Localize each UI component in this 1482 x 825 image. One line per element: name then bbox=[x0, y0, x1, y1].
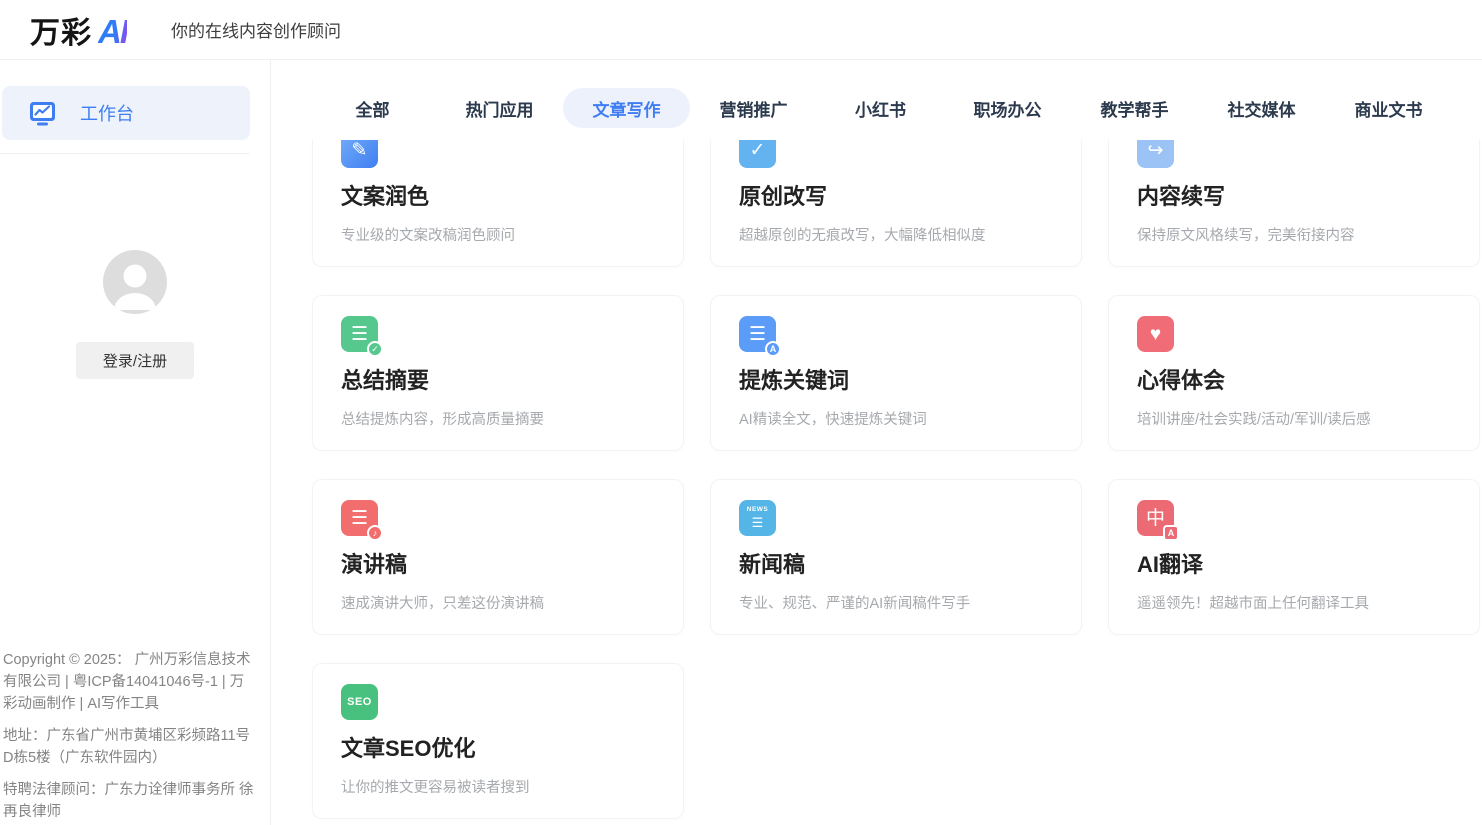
card-title: 新闻稿 bbox=[739, 550, 1053, 580]
card-description: 培训讲座/社会实践/活动/军训/读后感 bbox=[1137, 408, 1451, 429]
card-description: 速成演讲大师，只差这份演讲稿 bbox=[341, 592, 655, 613]
doc-keyword-icon: ☰A bbox=[739, 316, 776, 352]
app-card-ai-translate[interactable]: 中A AI翻译遥遥领先！超越市面上任何翻译工具 bbox=[1108, 479, 1480, 635]
translate-icon: 中A bbox=[1137, 500, 1174, 536]
card-description: AI精读全文，快速提炼关键词 bbox=[739, 408, 1053, 429]
icon-glyph: ☰ bbox=[351, 325, 368, 344]
icon-glyph: ↪ bbox=[1148, 141, 1164, 160]
app-logo[interactable]: 万彩 AI bbox=[30, 8, 127, 52]
cards-scroll-viewport[interactable]: ✎ 文案润色专业级的文案改稿润色顾问 ✓ 原创改写超越原创的无痕改写，大幅降低相似度 ↪… bbox=[271, 140, 1482, 825]
tab-social-media[interactable]: 社交媒体 bbox=[1198, 88, 1325, 128]
app-card-keywords[interactable]: ☰A 提炼关键词 AI精读全文，快速提炼关键词 bbox=[710, 295, 1082, 451]
tab-business-doc[interactable]: 商业文书 bbox=[1325, 88, 1452, 128]
rewrite-check-icon: ✓ bbox=[739, 140, 776, 168]
login-register-button[interactable]: 登录/注册 bbox=[76, 342, 194, 379]
tab-marketing[interactable]: 营销推广 bbox=[690, 88, 817, 128]
icon-badge: A bbox=[1163, 525, 1179, 541]
icon-glyph: ✓ bbox=[750, 141, 766, 160]
app-card-speech[interactable]: ☰♪ 演讲稿速成演讲大师，只差这份演讲稿 bbox=[312, 479, 684, 635]
sidebar-footer: Copyright © 2025： 广州万彩信息技术有限公司 | 粤ICP备14… bbox=[3, 649, 256, 823]
icon-glyph: ☰ bbox=[351, 509, 368, 528]
main-content: 全部热门应用文章写作营销推广小红书职场办公教学帮手社交媒体商业文书 ✎ 文案润色专… bbox=[271, 60, 1482, 825]
card-title: AI翻译 bbox=[1137, 550, 1451, 580]
heart-card-icon: ♥ bbox=[1137, 316, 1174, 352]
logo-ai-mark: AI bbox=[98, 13, 127, 51]
user-avatar bbox=[103, 250, 167, 314]
tab-teaching-helper[interactable]: 教学帮手 bbox=[1071, 88, 1198, 128]
continue-curve-icon: ↪ bbox=[1137, 140, 1174, 168]
card-description: 总结提炼内容，形成高质量摘要 bbox=[341, 408, 655, 429]
card-title: 演讲稿 bbox=[341, 550, 655, 580]
app-card-summary[interactable]: ☰✓ 总结摘要总结提炼内容，形成高质量摘要 bbox=[312, 295, 684, 451]
sidebar-divider bbox=[0, 153, 250, 154]
tab-hot-apps[interactable]: 热门应用 bbox=[436, 88, 563, 128]
app-card-copy-polish[interactable]: ✎ 文案润色专业级的文案改稿润色顾问 bbox=[312, 140, 684, 267]
app-cards-grid: ✎ 文案润色专业级的文案改稿润色顾问 ✓ 原创改写超越原创的无痕改写，大幅降低相似度 ↪… bbox=[271, 140, 1482, 819]
category-tab-bar: 全部热门应用文章写作营销推广小红书职场办公教学帮手社交媒体商业文书 bbox=[271, 88, 1482, 128]
icon-glyph: SEO bbox=[347, 697, 372, 708]
icon-glyph: ☰ bbox=[752, 516, 764, 529]
icon-label: NEWS bbox=[747, 507, 769, 514]
tab-all[interactable]: 全部 bbox=[309, 88, 436, 128]
tab-article-writing[interactable]: 文章写作 bbox=[563, 88, 690, 128]
app-card-seo-optimize[interactable]: SEO 文章SEO优化让你的推文更容易被读者搜到 bbox=[312, 663, 684, 819]
card-description: 保持原文风格续写，完美衔接内容 bbox=[1137, 224, 1451, 245]
icon-glyph: ♥ bbox=[1150, 325, 1161, 344]
app-card-content-continue[interactable]: ↪ 内容续写保持原文风格续写，完美衔接内容 bbox=[1108, 140, 1480, 267]
app-card-reflections[interactable]: ♥ 心得体会培训讲座/社会实践/活动/军训/读后感 bbox=[1108, 295, 1480, 451]
icon-badge: A bbox=[765, 341, 781, 357]
card-description: 超越原创的无痕改写，大幅降低相似度 bbox=[739, 224, 1053, 245]
icon-glyph: 中 bbox=[1146, 509, 1165, 528]
address-text: 地址：广东省广州市黄埔区彩频路11号D栋5楼（广东软件园内） bbox=[3, 725, 256, 769]
seo-icon: SEO bbox=[341, 684, 378, 720]
app-header: 万彩 AI 你的在线内容创作顾问 bbox=[0, 0, 1482, 60]
card-title: 内容续写 bbox=[1137, 182, 1451, 212]
sidebar-item-workspace[interactable]: 工作台 bbox=[2, 86, 250, 140]
icon-glyph: ☰ bbox=[749, 325, 766, 344]
card-description: 专业级的文案改稿润色顾问 bbox=[341, 224, 655, 245]
card-title: 提炼关键词 bbox=[739, 366, 1053, 396]
card-title: 原创改写 bbox=[739, 182, 1053, 212]
app-tagline: 你的在线内容创作顾问 bbox=[171, 17, 341, 42]
card-description: 让你的推文更容易被读者搜到 bbox=[341, 776, 655, 797]
workspace-label: 工作台 bbox=[80, 100, 134, 126]
card-title: 总结摘要 bbox=[341, 366, 655, 396]
icon-badge: ✓ bbox=[367, 341, 383, 357]
workspace-monitor-icon bbox=[29, 101, 56, 126]
card-description: 专业、规范、严谨的AI新闻稿件写手 bbox=[739, 592, 1053, 613]
app-card-original-rewrite[interactable]: ✓ 原创改写超越原创的无痕改写，大幅降低相似度 bbox=[710, 140, 1082, 267]
clipboard-check-icon: ☰✓ bbox=[341, 316, 378, 352]
tab-office-work[interactable]: 职场办公 bbox=[944, 88, 1071, 128]
logo-text-cn: 万彩 bbox=[30, 8, 92, 52]
legal-counsel-text: 特聘法律顾问：广东力诠律师事务所 徐再良律师 bbox=[3, 779, 256, 823]
card-description: 遥遥领先！超越市面上任何翻译工具 bbox=[1137, 592, 1451, 613]
sidebar: 工作台 登录/注册 Copyright © 2025： 广州万彩信息技术有限公司… bbox=[0, 60, 271, 825]
tab-xiaohongshu[interactable]: 小红书 bbox=[817, 88, 944, 128]
copyright-text: Copyright © 2025： 广州万彩信息技术有限公司 | 粤ICP备14… bbox=[3, 649, 256, 715]
app-card-press-release[interactable]: NEWS ☰ 新闻稿专业、规范、严谨的AI新闻稿件写手 bbox=[710, 479, 1082, 635]
card-title: 文章SEO优化 bbox=[341, 734, 655, 764]
card-title: 文案润色 bbox=[341, 182, 655, 212]
newspaper-icon: NEWS ☰ bbox=[739, 500, 776, 536]
pen-polish-icon: ✎ bbox=[341, 140, 378, 168]
icon-badge: ♪ bbox=[367, 525, 383, 541]
speech-microphone-icon: ☰♪ bbox=[341, 500, 378, 536]
icon-glyph: ✎ bbox=[352, 141, 368, 160]
card-title: 心得体会 bbox=[1137, 366, 1451, 396]
